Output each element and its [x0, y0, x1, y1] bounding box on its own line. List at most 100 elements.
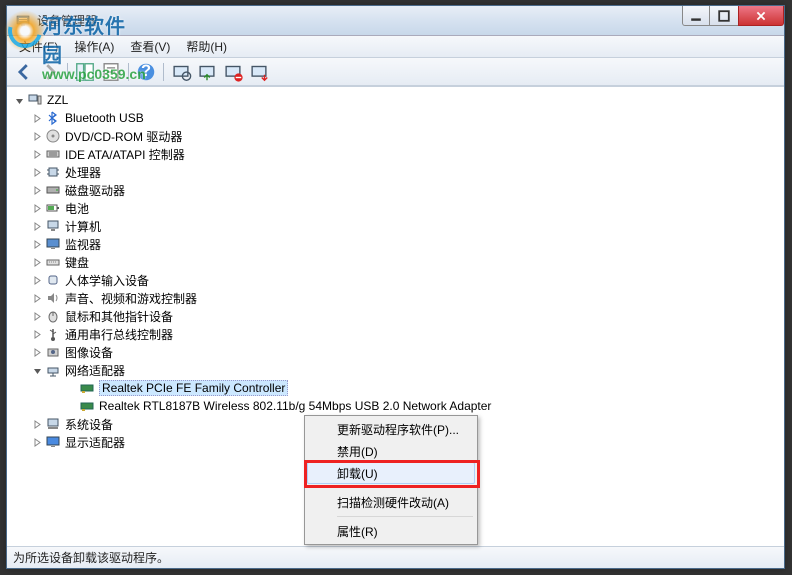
node-label: 显示适配器 [65, 434, 125, 451]
tree-category-node[interactable]: 电池 [9, 199, 782, 217]
tree-category-node[interactable]: 通用串行总线控制器 [9, 325, 782, 343]
expander-icon[interactable] [31, 310, 43, 322]
menu-view[interactable]: 查看(V) [122, 36, 178, 57]
toolbar-separator [163, 63, 164, 81]
menubar: 文件(F) 操作(A) 查看(V) 帮助(H) [7, 36, 784, 58]
hid-icon [45, 272, 61, 288]
tree-category-node[interactable]: 鼠标和其他指针设备 [9, 307, 782, 325]
titlebar[interactable]: 设备管理器 [7, 6, 784, 36]
disable-button[interactable] [248, 61, 270, 83]
expander-icon[interactable] [31, 346, 43, 358]
properties-button[interactable] [100, 61, 122, 83]
menu-help[interactable]: 帮助(H) [178, 36, 235, 57]
menu-file[interactable]: 文件(F) [11, 36, 66, 57]
context-menu-item[interactable]: 禁用(D) [307, 440, 475, 462]
expander-icon[interactable] [13, 94, 25, 106]
expander-icon[interactable] [31, 166, 43, 178]
tree-device-node[interactable]: Realtek PCIe FE Family Controller [9, 379, 782, 397]
computer-icon [45, 218, 61, 234]
node-label: 系统设备 [65, 416, 113, 433]
sound-icon [45, 290, 61, 306]
back-button[interactable] [13, 61, 35, 83]
expander-icon[interactable] [31, 238, 43, 250]
help-button[interactable]: ? [135, 61, 157, 83]
show-hide-tree-button[interactable] [74, 61, 96, 83]
uninstall-button[interactable] [222, 61, 244, 83]
tree-category-node[interactable]: 图像设备 [9, 343, 782, 361]
tree-category-node[interactable]: 处理器 [9, 163, 782, 181]
node-label: 声音、视频和游戏控制器 [65, 290, 197, 307]
ide-icon [45, 146, 61, 162]
update-driver-button[interactable] [196, 61, 218, 83]
tree-device-node[interactable]: Realtek RTL8187B Wireless 802.11b/g 54Mb… [9, 397, 782, 415]
node-label: 人体学输入设备 [65, 272, 149, 289]
node-label: Realtek RTL8187B Wireless 802.11b/g 54Mb… [99, 399, 491, 413]
node-label: 处理器 [65, 164, 101, 181]
app-icon [15, 13, 31, 29]
imaging-icon [45, 344, 61, 360]
svg-text:?: ? [141, 62, 151, 80]
network-card-icon [79, 380, 95, 396]
toolbar-separator [67, 63, 68, 81]
tree-category-node[interactable]: Bluetooth USB [9, 109, 782, 127]
tree-root-node[interactable]: ZZL [9, 91, 782, 109]
scan-hardware-button[interactable] [170, 61, 192, 83]
maximize-button[interactable] [709, 6, 739, 26]
node-label: ZZL [47, 93, 68, 107]
node-label: 电池 [65, 200, 89, 217]
expander-icon[interactable] [31, 292, 43, 304]
tree-category-node[interactable]: IDE ATA/ATAPI 控制器 [9, 145, 782, 163]
node-label: Realtek PCIe FE Family Controller [99, 380, 288, 396]
cpu-icon [45, 164, 61, 180]
tree-category-node[interactable]: 网络适配器 [9, 361, 782, 379]
network-card-icon [79, 398, 95, 414]
context-menu-item[interactable]: 扫描检测硬件改动(A) [307, 491, 475, 513]
close-button[interactable] [738, 6, 784, 26]
tree-category-node[interactable]: DVD/CD-ROM 驱动器 [9, 127, 782, 145]
tree-category-node[interactable]: 监视器 [9, 235, 782, 253]
expander-icon[interactable] [31, 130, 43, 142]
expander-icon[interactable] [31, 436, 43, 448]
expander-icon[interactable] [31, 184, 43, 196]
monitor-icon [45, 236, 61, 252]
battery-icon [45, 200, 61, 216]
expander-icon[interactable] [31, 364, 43, 376]
expander-spacer [65, 382, 77, 394]
context-menu-item[interactable]: 卸载(U) [307, 462, 475, 484]
tree-category-node[interactable]: 键盘 [9, 253, 782, 271]
system-icon [45, 416, 61, 432]
node-label: Bluetooth USB [65, 111, 144, 125]
statusbar: 为所选设备卸载该驱动程序。 [7, 546, 784, 568]
disc-icon [45, 128, 61, 144]
display-icon [45, 434, 61, 450]
context-menu-item[interactable]: 属性(R) [307, 520, 475, 542]
expander-icon[interactable] [31, 220, 43, 232]
tree-category-node[interactable]: 计算机 [9, 217, 782, 235]
expander-icon[interactable] [31, 328, 43, 340]
forward-button[interactable] [39, 61, 61, 83]
expander-icon[interactable] [31, 148, 43, 160]
tree-category-node[interactable]: 磁盘驱动器 [9, 181, 782, 199]
expander-icon[interactable] [31, 202, 43, 214]
keyboard-icon [45, 254, 61, 270]
toolbar-separator [128, 63, 129, 81]
expander-icon[interactable] [31, 256, 43, 268]
expander-spacer [65, 400, 77, 412]
computer-icon [27, 92, 43, 108]
context-menu-separator [337, 516, 473, 517]
expander-icon[interactable] [31, 274, 43, 286]
tree-category-node[interactable]: 声音、视频和游戏控制器 [9, 289, 782, 307]
disk-icon [45, 182, 61, 198]
menu-action[interactable]: 操作(A) [66, 36, 122, 57]
node-label: 键盘 [65, 254, 89, 271]
node-label: 鼠标和其他指针设备 [65, 308, 173, 325]
expander-icon[interactable] [31, 418, 43, 430]
minimize-button[interactable] [682, 6, 710, 26]
tree-category-node[interactable]: 人体学输入设备 [9, 271, 782, 289]
expander-icon[interactable] [31, 112, 43, 124]
bluetooth-icon [45, 110, 61, 126]
context-menu-item[interactable]: 更新驱动程序软件(P)... [307, 418, 475, 440]
context-menu-separator [337, 487, 473, 488]
status-text: 为所选设备卸载该驱动程序。 [13, 549, 169, 566]
toolbar: ? [7, 58, 784, 86]
